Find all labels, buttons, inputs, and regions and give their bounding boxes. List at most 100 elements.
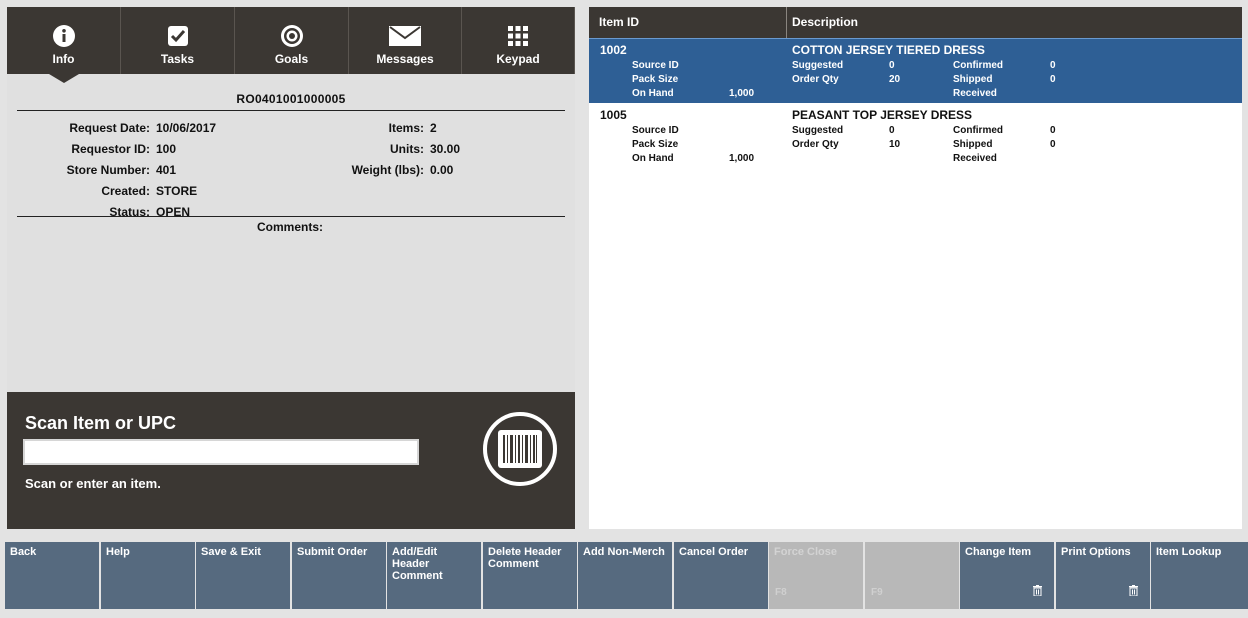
shipped-value: 0	[1050, 139, 1056, 150]
envelope-icon	[389, 24, 421, 48]
on-hand-label: On Hand	[632, 88, 674, 99]
confirmed-value: 0	[1050, 60, 1056, 71]
items-value: 2	[430, 121, 437, 135]
active-tab-indicator	[49, 74, 79, 83]
scan-barcode-button[interactable]	[483, 412, 557, 486]
function-key-label: F9	[871, 587, 883, 598]
requestor-value: 100	[156, 142, 177, 156]
trash-icon	[1033, 585, 1042, 599]
tab-label: Goals	[274, 52, 309, 66]
button-label: Add/Edit Header Comment	[392, 546, 443, 582]
item-description: PEASANT TOP JERSEY DRESS	[792, 108, 973, 122]
add-edit-header-comment-button[interactable]: Add/Edit Header Comment	[387, 542, 481, 609]
order-qty-label: Order Qty	[792, 74, 839, 85]
keypad-grid-icon	[507, 24, 529, 48]
on-hand-label: On Hand	[632, 153, 674, 164]
button-label: Delete Header Comment	[488, 546, 562, 570]
tab-label: Messages	[376, 52, 434, 66]
function-key-label: F8	[775, 587, 787, 598]
back-button[interactable]: Back	[5, 542, 99, 609]
tab-label: Tasks	[160, 52, 195, 66]
submit-order-button[interactable]: Submit Order	[292, 542, 386, 609]
confirmed-label: Confirmed	[953, 60, 1003, 71]
delete-header-comment-button[interactable]: Delete Header Comment	[483, 542, 577, 609]
received-label: Received	[953, 88, 997, 99]
tab-info[interactable]: Info	[7, 7, 121, 74]
suggested-value: 0	[889, 60, 895, 71]
button-label: Force Close	[774, 546, 837, 558]
help-button[interactable]: Help	[101, 542, 195, 609]
divider	[17, 110, 565, 111]
items-label: Items:	[388, 121, 424, 135]
comments-label: Comments:	[256, 220, 323, 234]
button-label: Item Lookup	[1156, 546, 1222, 558]
source-id-label: Source ID	[632, 125, 679, 136]
tab-tasks[interactable]: Tasks	[121, 7, 235, 74]
tab-goals[interactable]: Goals	[235, 7, 349, 74]
tab-bar: Info Tasks Goals Messages Keypad	[7, 7, 575, 83]
shipped-label: Shipped	[953, 74, 993, 85]
add-non-merch-button[interactable]: Add Non-Merch	[578, 542, 672, 609]
button-label: Back	[10, 546, 37, 558]
shipped-value: 0	[1050, 74, 1056, 85]
scan-hint: Scan or enter an item.	[25, 476, 161, 491]
button-label: Print Options	[1061, 546, 1131, 558]
cancel-order-button[interactable]: Cancel Order	[674, 542, 768, 609]
button-label: Save & Exit	[201, 546, 261, 558]
tab-label: Keypad	[496, 52, 540, 66]
created-label: Created:	[101, 184, 150, 198]
request-date-value: 10/06/2017	[156, 121, 217, 135]
store-number-label: Store Number:	[66, 163, 150, 177]
print-options-button[interactable]: Print Options	[1056, 542, 1150, 609]
tab-label: Info	[52, 52, 75, 66]
button-label: Change Item	[965, 546, 1032, 558]
suggested-label: Suggested	[792, 125, 844, 136]
tab-messages[interactable]: Messages	[349, 7, 462, 74]
function-button-bar: Back Help Save & Exit Submit Order Add/E…	[5, 542, 1248, 609]
requestor-label: Requestor ID:	[71, 142, 150, 156]
divider	[17, 216, 565, 217]
scan-panel: Scan Item or UPC Scan or enter an item.	[7, 392, 575, 529]
f9-button[interactable]: F9	[865, 542, 959, 609]
item-id: 1005	[600, 108, 627, 122]
table-row[interactable]: 1002 COTTON JERSEY TIERED DRESS Source I…	[589, 38, 1242, 103]
info-icon	[52, 24, 76, 48]
on-hand-value: 1,000	[729, 88, 755, 99]
barcode-icon	[498, 430, 542, 468]
confirmed-value: 0	[1050, 125, 1056, 136]
item-description: COTTON JERSEY TIERED DRESS	[792, 43, 985, 57]
table-row[interactable]: 1005 PEASANT TOP JERSEY DRESS Source ID …	[589, 103, 1242, 168]
button-label: Submit Order	[297, 546, 368, 558]
weight-label: Weight (lbs):	[351, 163, 424, 177]
source-id-label: Source ID	[632, 60, 679, 71]
units-label: Units:	[390, 142, 424, 156]
suggested-value: 0	[889, 125, 895, 136]
column-header-description[interactable]: Description	[787, 7, 1242, 38]
scan-title: Scan Item or UPC	[25, 413, 177, 433]
received-label: Received	[953, 153, 997, 164]
request-date-label: Request Date:	[69, 121, 150, 135]
on-hand-value: 1,000	[729, 153, 755, 164]
table-header: Item ID Description	[589, 7, 1242, 38]
force-close-button[interactable]: Force Close F8	[769, 542, 863, 609]
scan-input[interactable]	[23, 439, 419, 465]
suggested-label: Suggested	[792, 60, 844, 71]
change-item-button[interactable]: Change Item	[960, 542, 1054, 609]
order-qty-label: Order Qty	[792, 139, 839, 150]
confirmed-label: Confirmed	[953, 125, 1003, 136]
request-code: RO0401001000005	[236, 92, 346, 106]
item-lookup-button[interactable]: Item Lookup	[1151, 542, 1248, 609]
created-value: STORE	[156, 184, 198, 198]
pack-size-label: Pack Size	[632, 139, 679, 150]
tasks-check-icon	[167, 24, 189, 48]
store-number-value: 401	[156, 163, 177, 177]
request-info-panel: Info Tasks Goals Messages Keypad RO04010…	[7, 7, 575, 529]
column-header-item-id[interactable]: Item ID	[589, 7, 787, 38]
item-id: 1002	[600, 43, 627, 57]
tab-keypad[interactable]: Keypad	[462, 7, 575, 74]
button-label: Add Non-Merch	[583, 546, 665, 558]
button-label: Cancel Order	[679, 546, 749, 558]
trash-icon	[1129, 585, 1138, 599]
save-exit-button[interactable]: Save & Exit	[196, 542, 290, 609]
shipped-label: Shipped	[953, 139, 993, 150]
